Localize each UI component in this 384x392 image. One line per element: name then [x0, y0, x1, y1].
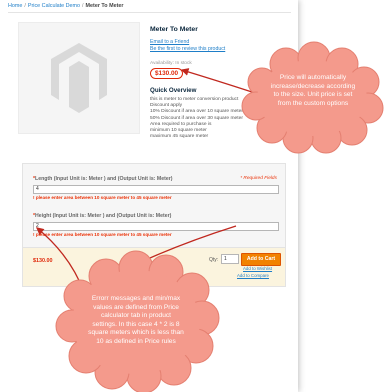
breadcrumb-current: Meter To Meter: [85, 3, 124, 9]
breadcrumb-separator: /: [24, 3, 26, 9]
breadcrumb-separator: /: [82, 3, 84, 9]
required-fields-note: * Required Fields: [240, 176, 277, 181]
description-line: maximum 45 square meter: [150, 134, 209, 140]
price-callout-text: Price will automatically increase/decrea…: [262, 74, 364, 108]
qty-label: Qty:: [209, 257, 219, 263]
callout-line: from the custom options: [277, 99, 349, 107]
callout-line: 10 as defined in Price rules: [96, 337, 176, 345]
error-callout-text: Errorr messages and min/max values are d…: [80, 295, 192, 347]
height-label: *Height (Input Unit is: Meter ) and (Out…: [33, 213, 171, 219]
error-text: please enter area between 10 square mete…: [35, 232, 172, 237]
first-review-link[interactable]: Be the first to review this product: [150, 46, 225, 52]
qty-input[interactable]: 1: [221, 254, 239, 264]
callout-line: Errorr messages and min/max: [91, 295, 181, 302]
callout-line: values are defined from Price: [93, 303, 179, 311]
quick-overview-title: Quick Overview: [150, 87, 197, 94]
magento-logo-icon: [51, 43, 107, 113]
height-error-message: ! please enter area between 10 square me…: [33, 232, 172, 237]
product-title: Meter To Meter: [150, 26, 198, 33]
height-input[interactable]: 2: [33, 222, 279, 231]
product-price: $130.00: [150, 68, 184, 79]
callout-line: settings. In this case 4 * 2 is 8: [92, 320, 180, 328]
add-to-wishlist-link[interactable]: Add to Wishlist: [243, 266, 272, 271]
add-to-cart-button[interactable]: Add to Cart: [241, 253, 281, 266]
callout-line: calculator tab in product: [100, 312, 171, 320]
breadcrumb: Home / Price Calculate Demo / Meter To Meter: [8, 3, 123, 9]
breadcrumb-category[interactable]: Price Calculate Demo: [28, 3, 80, 9]
cart-price: $130.00: [33, 258, 53, 264]
callout-line: square meters which is less than: [88, 329, 184, 337]
error-icon: !: [33, 195, 35, 200]
length-input[interactable]: 4: [33, 185, 279, 194]
callout-line: Price will automatically: [279, 74, 347, 81]
product-image[interactable]: [18, 22, 140, 134]
breadcrumb-home[interactable]: Home: [8, 3, 22, 9]
length-label-text: Length (Input Unit is: Meter ) and (Outp…: [35, 176, 173, 182]
callout-line: increase/decrease according: [270, 82, 356, 90]
add-to-cart-box: $130.00 Qty: 1 Add to Cart Add to Wishli…: [22, 247, 286, 287]
error-icon: !: [33, 232, 35, 237]
email-friend-link[interactable]: Email to a Friend: [150, 39, 189, 45]
divider: [8, 12, 291, 13]
length-error-message: ! please enter area between 10 square me…: [33, 195, 172, 200]
height-label-text: Height (Input Unit is: Meter ) and (Outp…: [35, 213, 172, 219]
length-label: *Length (Input Unit is: Meter ) and (Out…: [33, 176, 173, 182]
callout-line: to the size. Unit price is set: [273, 91, 353, 99]
add-to-compare-link[interactable]: Add to Compare: [237, 273, 269, 278]
availability-text: Availability: In stock: [150, 61, 192, 66]
error-text: please enter area between 10 square mete…: [35, 195, 172, 200]
page: Home / Price Calculate Demo / Meter To Meter…: [0, 0, 384, 392]
